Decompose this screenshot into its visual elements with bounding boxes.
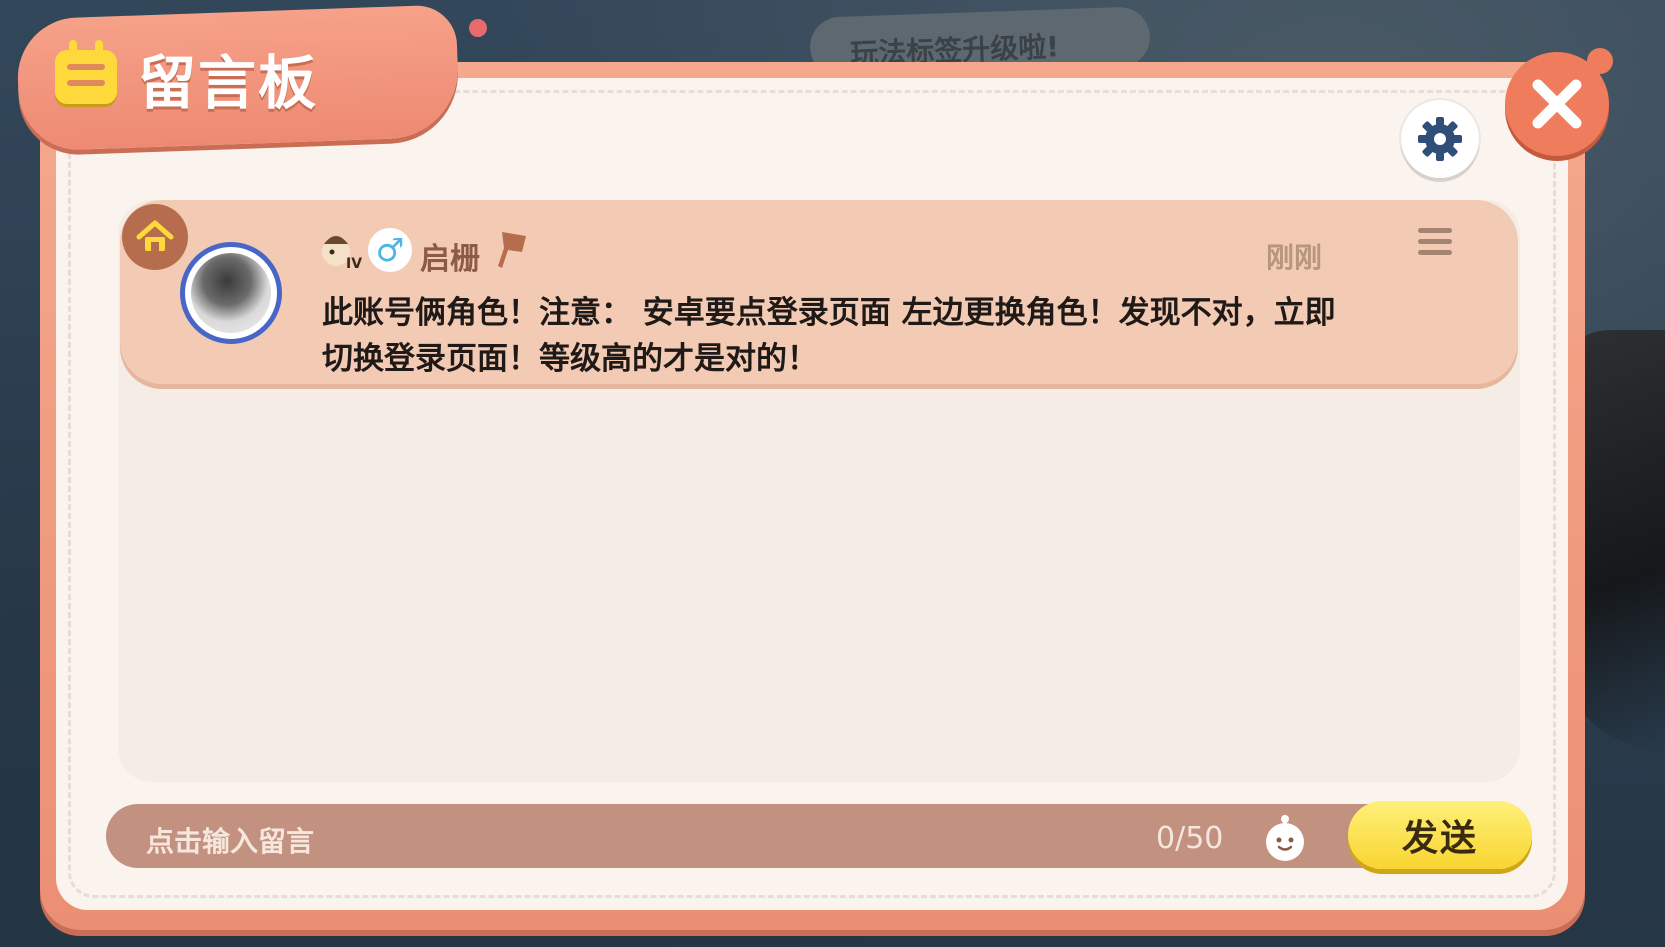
send-button[interactable]: 发送 [1348, 801, 1532, 869]
avatar[interactable] [180, 242, 282, 344]
message-input-placeholder[interactable]: 点击输入留言 [146, 820, 314, 860]
settings-button[interactable] [1401, 100, 1479, 178]
home-icon [136, 220, 174, 251]
level-badge-text: IV [346, 256, 362, 270]
menu-icon-line [1418, 250, 1452, 255]
emoji-icon[interactable] [1262, 812, 1308, 862]
close-button-knob [1587, 48, 1613, 74]
timestamp: 刚刚 [1266, 241, 1323, 274]
gear-icon [1418, 117, 1462, 161]
page-title: 留言板 [138, 49, 319, 117]
avatar-image [191, 253, 271, 333]
char-count: 0/50 [1156, 821, 1224, 856]
close-icon [1532, 79, 1582, 129]
background-dot [469, 19, 487, 37]
message-menu-button[interactable] [1418, 228, 1452, 258]
message-input-field[interactable] [106, 804, 1526, 868]
menu-icon-line [1418, 228, 1452, 233]
menu-icon-line [1418, 239, 1452, 244]
tag-icon [498, 232, 526, 268]
level-badge-icon: IV [322, 236, 362, 270]
notepad-icon [55, 40, 117, 104]
message-text: 此账号俩角色！注意： 安卓要点登录页面 左边更换角色！发现不对，立即切换登录页面… [322, 295, 1336, 377]
male-gender-icon: ♂ [368, 228, 412, 272]
close-button[interactable] [1505, 48, 1613, 156]
username[interactable]: 启栅 [420, 234, 480, 278]
home-badge[interactable] [122, 204, 188, 270]
